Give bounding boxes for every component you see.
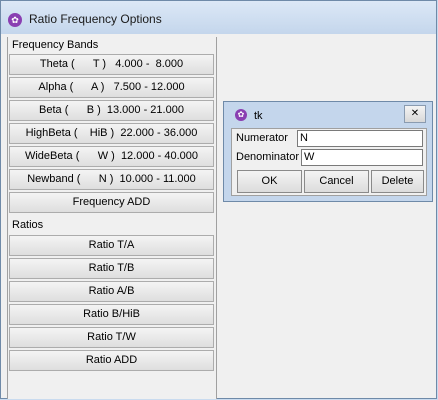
dialog-title: tk <box>254 110 263 122</box>
ratio-button-t-w[interactable]: Ratio T/W <box>9 327 214 348</box>
band-button-widebeta[interactable]: WideBeta ( W ) 12.000 - 40.000 <box>9 146 214 167</box>
band-button-theta[interactable]: Theta ( T ) 4.000 - 8.000 <box>9 54 214 75</box>
ratio-add-button[interactable]: Ratio ADD <box>9 350 214 371</box>
ratio-button-t-a[interactable]: Ratio T/A <box>9 235 214 256</box>
band-button-highbeta[interactable]: HighBeta ( HiB ) 22.000 - 36.000 <box>9 123 214 144</box>
title-bar[interactable]: ✿ Ratio Frequency Options <box>1 1 436 34</box>
app-icon: ✿ <box>8 13 22 27</box>
frequency-bands-label: Frequency Bands <box>12 39 99 51</box>
denominator-label: Denominator <box>236 151 299 163</box>
ratio-button-t-b[interactable]: Ratio T/B <box>9 258 214 279</box>
close-icon[interactable]: ✕ <box>404 105 426 123</box>
frequency-add-button[interactable]: Frequency ADD <box>9 192 214 213</box>
denominator-field[interactable]: W <box>301 149 423 166</box>
numerator-field[interactable]: N <box>297 130 423 147</box>
band-button-beta[interactable]: Beta ( B ) 13.000 - 21.000 <box>9 100 214 121</box>
numerator-label: Numerator <box>236 132 288 144</box>
dialog-body: Numerator N Denominator W OK Cancel Dele… <box>231 128 427 196</box>
window-title: Ratio Frequency Options <box>29 12 162 26</box>
options-panel: Frequency Bands Theta ( T ) 4.000 - 8.00… <box>7 37 217 399</box>
dialog-title-bar[interactable]: ✿ tk ✕ <box>224 102 432 129</box>
ratio-button-a-b[interactable]: Ratio A/B <box>9 281 214 302</box>
ratio-button-b-hib[interactable]: Ratio B/HiB <box>9 304 214 325</box>
band-button-newband[interactable]: Newband ( N ) 10.000 - 11.000 <box>9 169 214 190</box>
delete-button[interactable]: Delete <box>371 170 424 193</box>
ratio-edit-dialog: ✿ tk ✕ Numerator N Denominator W OK Canc… <box>223 101 433 202</box>
ratios-label: Ratios <box>12 219 44 231</box>
ok-button[interactable]: OK <box>237 170 302 193</box>
tk-feather-icon: ✿ <box>235 109 247 121</box>
cancel-button[interactable]: Cancel <box>304 170 369 193</box>
band-button-alpha[interactable]: Alpha ( A ) 7.500 - 12.000 <box>9 77 214 98</box>
ratio-frequency-options-window: ✿ Ratio Frequency Options Frequency Band… <box>0 0 437 399</box>
